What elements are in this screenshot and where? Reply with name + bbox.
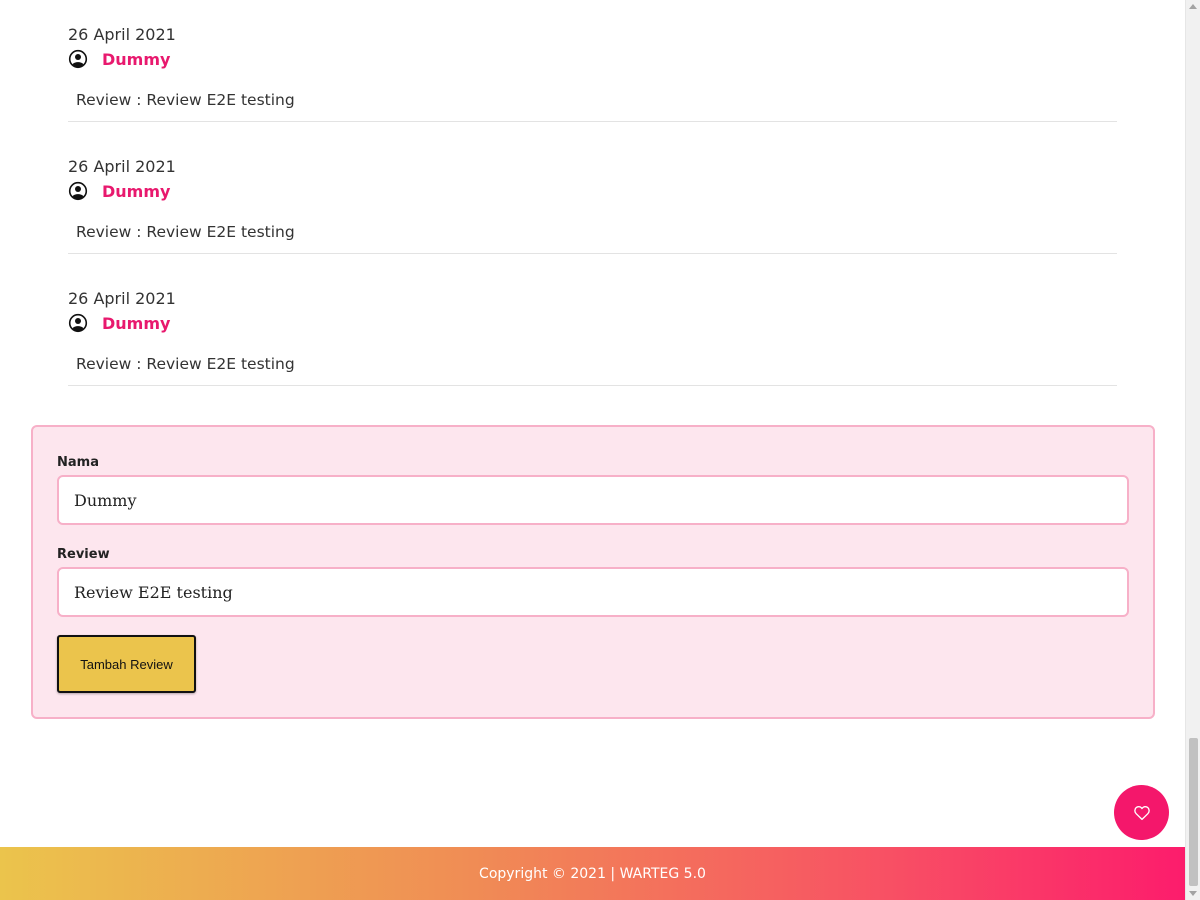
review-date: 26 April 2021 xyxy=(68,289,176,308)
review-user: Dummy xyxy=(68,181,170,201)
review-date: 26 April 2021 xyxy=(68,25,176,44)
review-label: Review xyxy=(57,547,110,562)
reviewer-name: Dummy xyxy=(102,313,171,333)
page: 26 April 2021 Dummy Review : Review E2E … xyxy=(0,0,1200,900)
review-text: Review : Review E2E testing xyxy=(76,91,295,109)
reviewer-name: Dummy xyxy=(102,181,171,201)
footer: Copyright © 2021 | WARTEG 5.0 xyxy=(0,847,1185,900)
main-content: 26 April 2021 Dummy Review : Review E2E … xyxy=(0,0,1185,900)
vertical-scrollbar[interactable] xyxy=(1185,0,1200,900)
review-date: 26 April 2021 xyxy=(68,157,176,176)
review-item: 26 April 2021 Dummy Review : Review E2E … xyxy=(68,0,1117,122)
review-text: Review : Review E2E testing xyxy=(76,223,295,241)
name-input[interactable] xyxy=(57,475,1129,525)
review-item: 26 April 2021 Dummy Review : Review E2E … xyxy=(68,255,1117,386)
heart-icon xyxy=(1133,805,1150,820)
user-circle-icon xyxy=(68,181,88,201)
scroll-thumb[interactable] xyxy=(1189,738,1198,886)
favorite-button[interactable] xyxy=(1114,785,1169,840)
user-circle-icon xyxy=(68,49,88,69)
copyright-text: Copyright © 2021 | WARTEG 5.0 xyxy=(479,865,706,882)
review-text: Review : Review E2E testing xyxy=(76,355,295,373)
review-item: 26 April 2021 Dummy Review : Review E2E … xyxy=(68,123,1117,254)
user-circle-icon xyxy=(68,313,88,333)
name-label: Nama xyxy=(57,455,99,470)
add-review-button[interactable]: Tambah Review xyxy=(57,635,196,693)
scroll-down-icon[interactable] xyxy=(1189,891,1197,896)
review-user: Dummy xyxy=(68,49,170,69)
review-list: 26 April 2021 Dummy Review : Review E2E … xyxy=(68,0,1117,387)
review-user: Dummy xyxy=(68,313,170,333)
review-form: Nama Review Tambah Review xyxy=(31,425,1155,719)
review-input[interactable] xyxy=(57,567,1129,617)
reviewer-name: Dummy xyxy=(102,49,171,69)
scroll-up-icon[interactable] xyxy=(1189,4,1197,9)
